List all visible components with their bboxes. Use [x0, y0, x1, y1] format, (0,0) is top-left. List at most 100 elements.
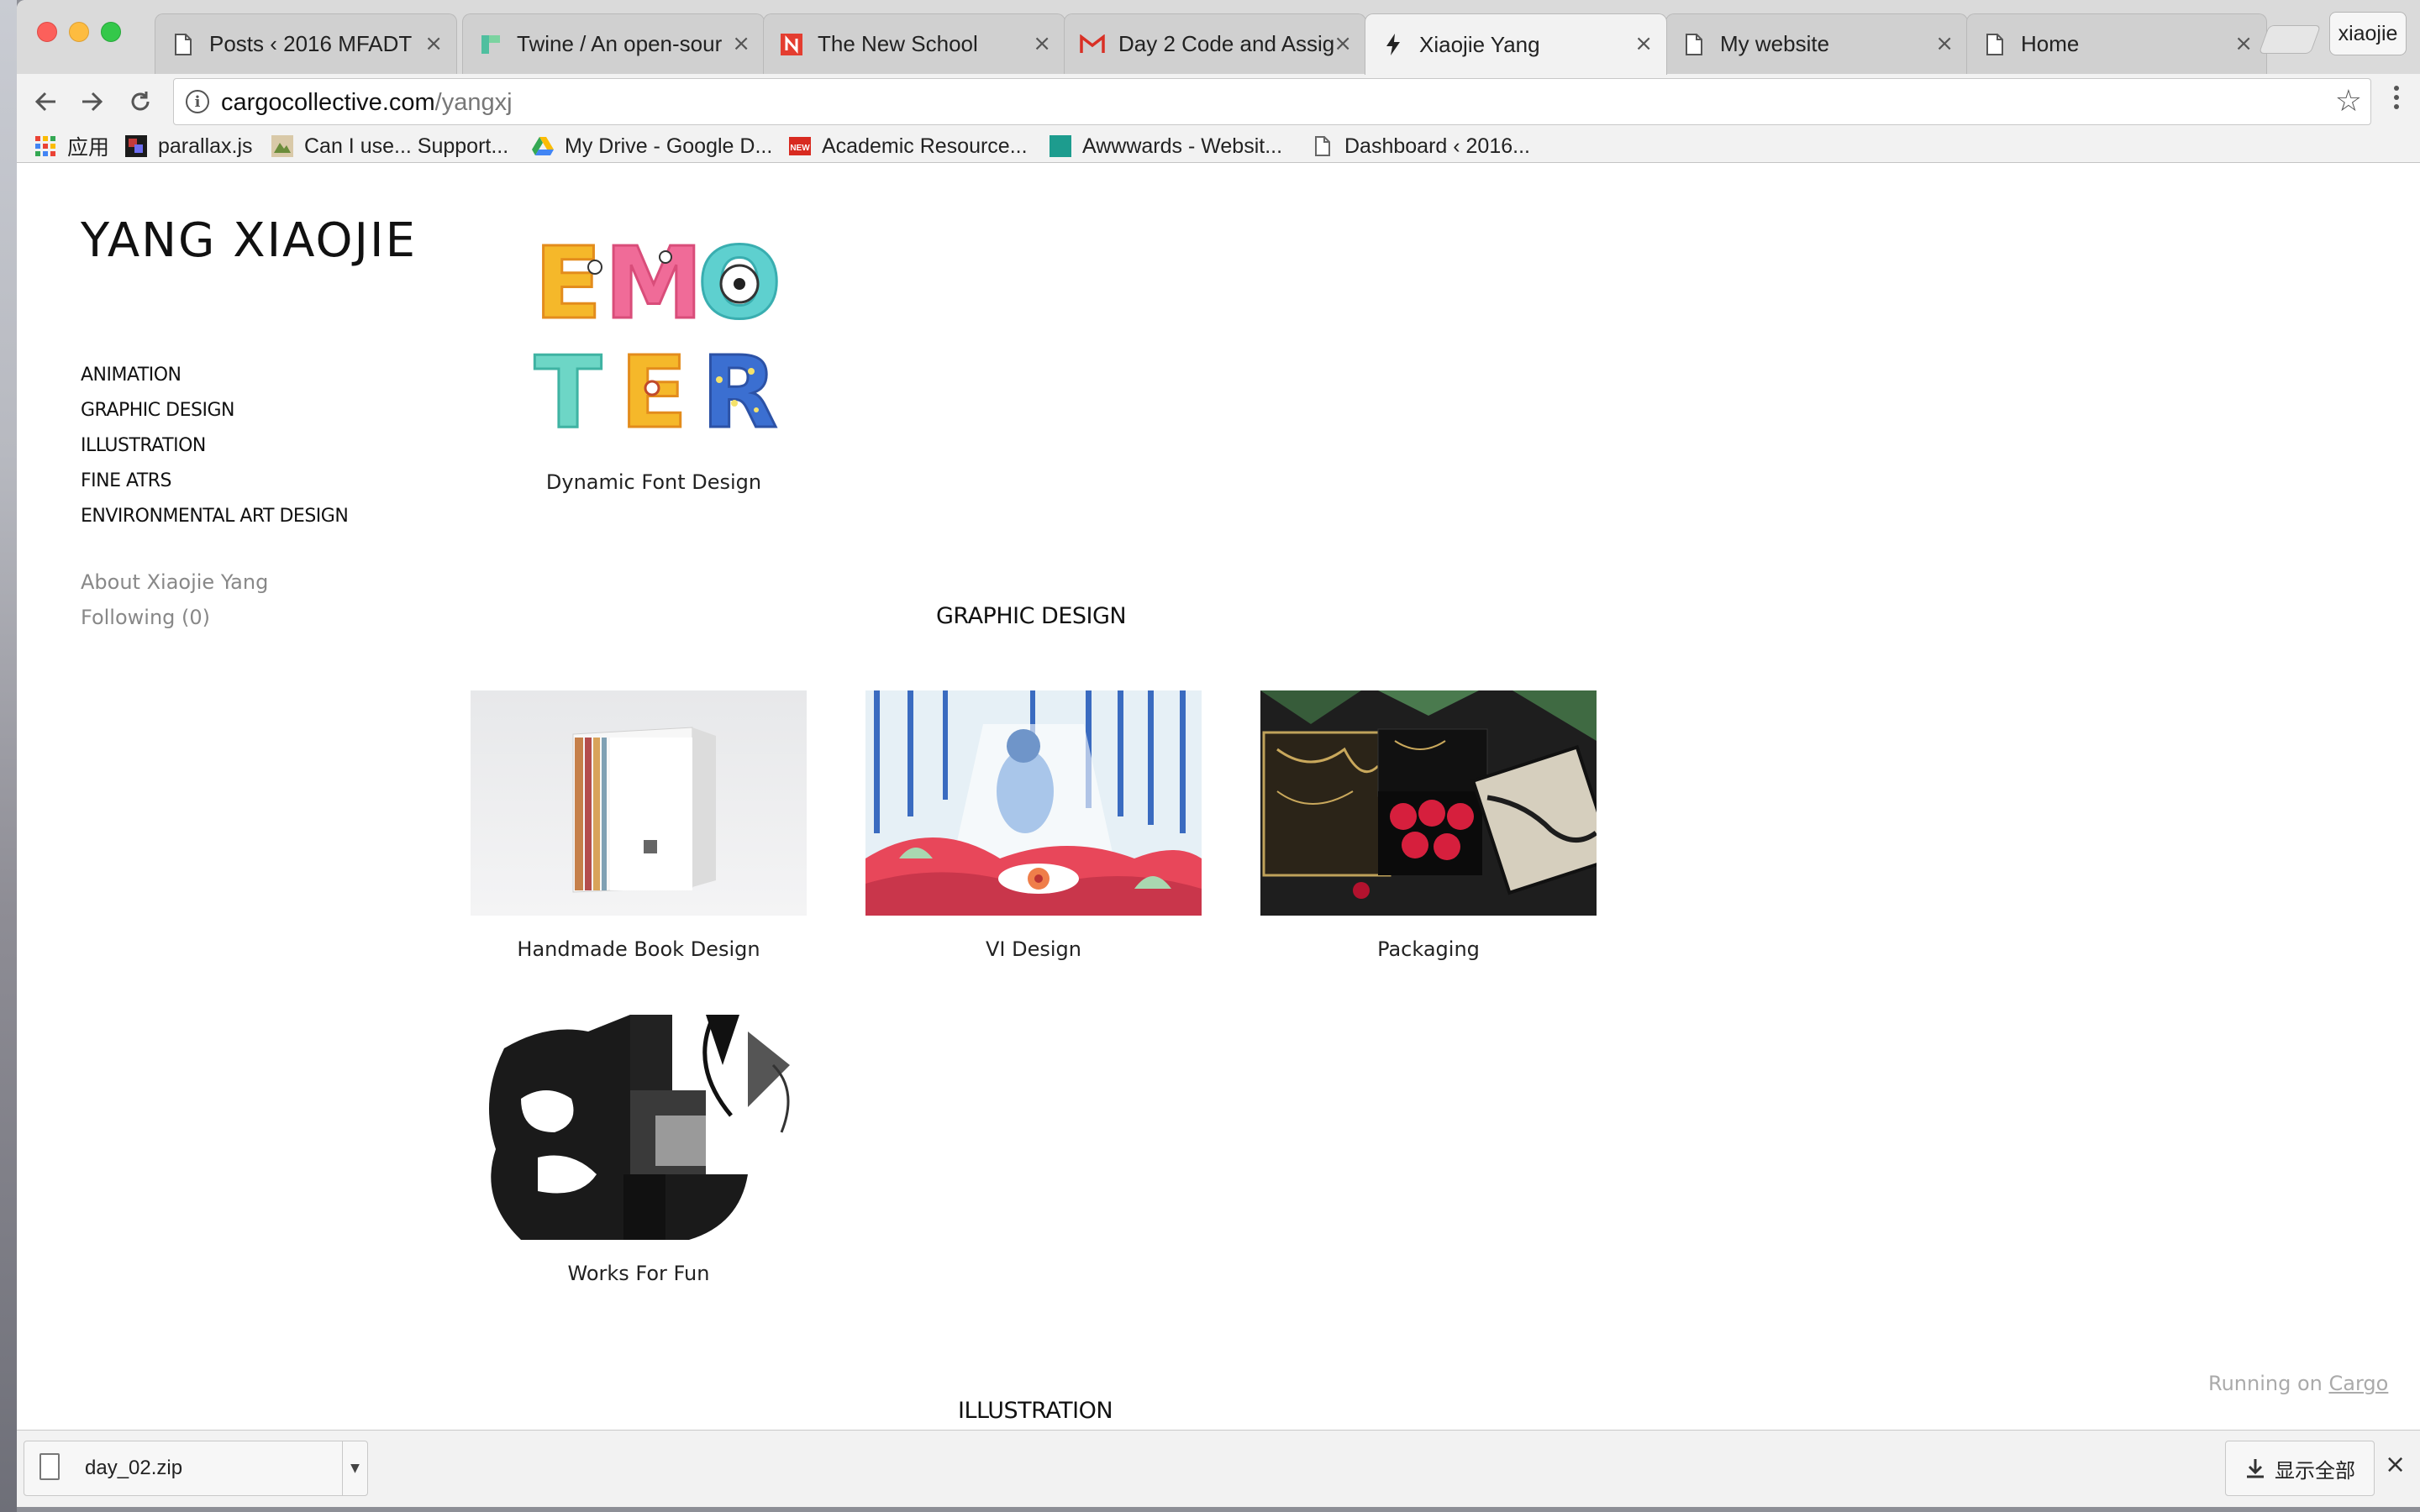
following-link[interactable]: Following (0): [81, 600, 268, 635]
tab-xiaojie-yang[interactable]: Xiaojie Yang ×: [1365, 13, 1667, 75]
project-dynamic-font-design[interactable]: E M O T E R Dynamic Font Design: [486, 223, 822, 494]
tab-title: Day 2 Code and Assig: [1118, 31, 1335, 56]
project-packaging[interactable]: Packaging: [1260, 690, 1597, 961]
project-caption: Dynamic Font Design: [545, 470, 762, 494]
caniuse-icon: [271, 135, 293, 157]
emoter-letter: M: [604, 225, 702, 341]
about-link[interactable]: About Xiaojie Yang: [81, 564, 268, 600]
info-icon[interactable]: i: [186, 90, 209, 113]
close-tab-icon[interactable]: ×: [424, 33, 443, 55]
close-window-button[interactable]: [37, 22, 57, 42]
close-tab-icon[interactable]: ×: [2234, 33, 2253, 55]
desktop-background: [0, 0, 17, 1512]
forward-button[interactable]: [72, 82, 111, 121]
google-drive-icon: [532, 137, 554, 155]
bookmark-label: Dashboard ‹ 2016...: [1344, 134, 1530, 158]
download-bar: day_02.zip ▼ 显示全部 ×: [17, 1430, 2420, 1507]
close-tab-icon[interactable]: ×: [1634, 33, 1653, 55]
apps-grid-icon: [35, 136, 55, 156]
emoter-artwork: E M O T E R: [486, 223, 822, 449]
browser-window: Posts ‹ 2016 MFADT × Twine / An open-sou…: [17, 0, 2420, 1507]
bookmark-apps[interactable]: 应用: [34, 133, 109, 160]
book-box-image: [471, 690, 807, 916]
parallax-icon: [125, 135, 147, 157]
show-all-downloads-button[interactable]: 显示全部: [2225, 1441, 2375, 1496]
profile-button[interactable]: xiaojie: [2329, 12, 2407, 55]
address-bar[interactable]: i cargocollective.com/yangxj ☆: [173, 78, 2371, 125]
running-on-cargo: Running on Cargo: [2208, 1372, 2388, 1395]
bookmark-google-drive[interactable]: My Drive - Google D...: [531, 133, 772, 160]
document-icon: [1982, 32, 2007, 57]
zoom-window-button[interactable]: [101, 22, 121, 42]
tab-posts[interactable]: Posts ‹ 2016 MFADT ×: [155, 13, 457, 74]
bookmark-label: parallax.js: [158, 134, 253, 158]
download-file-name: day_02.zip: [85, 1457, 183, 1479]
web-page: YANG XIAOJIE ANIMATION GRAPHIC DESIGN IL…: [17, 163, 2420, 1430]
packaging-image: [1260, 690, 1597, 916]
document-icon: [171, 32, 196, 57]
download-icon: [2247, 1459, 2264, 1478]
tab-title: Xiaojie Yang: [1419, 31, 1540, 57]
tab-my-website[interactable]: My website ×: [1665, 13, 1968, 74]
twine-icon: [478, 32, 503, 57]
tab-new-school[interactable]: The New School ×: [763, 13, 1065, 74]
gmail-icon: [1080, 32, 1105, 57]
tab-title: Home: [2021, 31, 2080, 56]
bookmark-awwwards[interactable]: Awwwards - Websit...: [1049, 133, 1282, 160]
bookmark-star-icon[interactable]: ☆: [2335, 86, 2362, 118]
tab-title: My website: [1720, 31, 1830, 56]
new-badge-icon: NEW: [789, 137, 811, 155]
bookmark-parallax[interactable]: parallax.js: [124, 133, 253, 160]
close-tab-icon[interactable]: ×: [1334, 33, 1352, 55]
reload-button[interactable]: [121, 82, 160, 121]
nav-environmental-art-design[interactable]: ENVIRONMENTAL ART DESIGN: [81, 499, 349, 534]
emoter-letter: R: [702, 334, 778, 449]
nav-graphic-design[interactable]: GRAPHIC DESIGN: [81, 393, 348, 428]
minimize-window-button[interactable]: [69, 22, 89, 42]
bookmark-label: Can I use... Support...: [304, 134, 509, 158]
tab-title: Posts ‹ 2016 MFADT: [209, 31, 413, 56]
address-url: cargocollective.com/yangxj: [221, 89, 513, 117]
close-tab-icon[interactable]: ×: [732, 33, 750, 55]
new-tab-button[interactable]: [2258, 25, 2322, 54]
nav-illustration[interactable]: ILLUSTRATION: [81, 428, 348, 464]
project-works-for-fun[interactable]: Works For Fun: [471, 1015, 807, 1285]
project-vi-design[interactable]: VI Design: [865, 690, 1202, 961]
emoter-letter: E: [534, 225, 602, 341]
nav-animation[interactable]: ANIMATION: [81, 358, 348, 393]
tab-gmail[interactable]: Day 2 Code and Assig ×: [1064, 13, 1366, 74]
close-tab-icon[interactable]: ×: [1935, 33, 1954, 55]
bookmark-caniuse[interactable]: Can I use... Support...: [271, 133, 508, 160]
project-caption: VI Design: [986, 937, 1081, 961]
bookmark-academic-resource[interactable]: NEW Academic Resource...: [788, 133, 1028, 160]
bookmark-dashboard[interactable]: Dashboard ‹ 2016...: [1311, 133, 1530, 160]
back-button[interactable]: [27, 82, 66, 121]
nav-fine-arts[interactable]: FINE ATRS: [81, 464, 348, 499]
site-meta: About Xiaojie Yang Following (0): [81, 564, 268, 635]
reload-icon: [131, 92, 150, 111]
tab-title: Twine / An open-sour: [517, 31, 723, 56]
file-icon: [39, 1453, 60, 1480]
document-icon: [1315, 136, 1330, 156]
more-menu-icon[interactable]: [2388, 81, 2405, 114]
lightning-icon: [1381, 32, 1406, 57]
close-download-bar-icon[interactable]: ×: [2385, 1452, 2406, 1478]
awwwards-icon: [1050, 135, 1071, 157]
project-caption: Packaging: [1377, 937, 1480, 961]
show-all-label: 显示全部: [2275, 1458, 2355, 1483]
section-heading-graphic-design: GRAPHIC DESIGN: [936, 603, 1127, 629]
running-prefix: Running on: [2208, 1372, 2329, 1395]
tab-home[interactable]: Home ×: [1966, 13, 2267, 74]
close-tab-icon[interactable]: ×: [1033, 33, 1051, 55]
toolbar: i cargocollective.com/yangxj ☆: [17, 74, 2420, 129]
section-heading-illustration: ILLUSTRATION: [958, 1398, 1113, 1424]
vi-design-image: [865, 690, 1202, 916]
tab-title: The New School: [818, 31, 978, 56]
site-title[interactable]: YANG XIAOJIE: [81, 213, 417, 268]
emoter-letter: T: [534, 334, 602, 449]
tab-twine[interactable]: Twine / An open-sour ×: [462, 13, 765, 74]
download-item[interactable]: day_02.zip ▼: [24, 1441, 368, 1496]
project-handmade-book-design[interactable]: Handmade Book Design: [471, 690, 807, 961]
cargo-link[interactable]: Cargo: [2329, 1372, 2389, 1395]
chevron-down-icon[interactable]: ▼: [342, 1441, 367, 1495]
